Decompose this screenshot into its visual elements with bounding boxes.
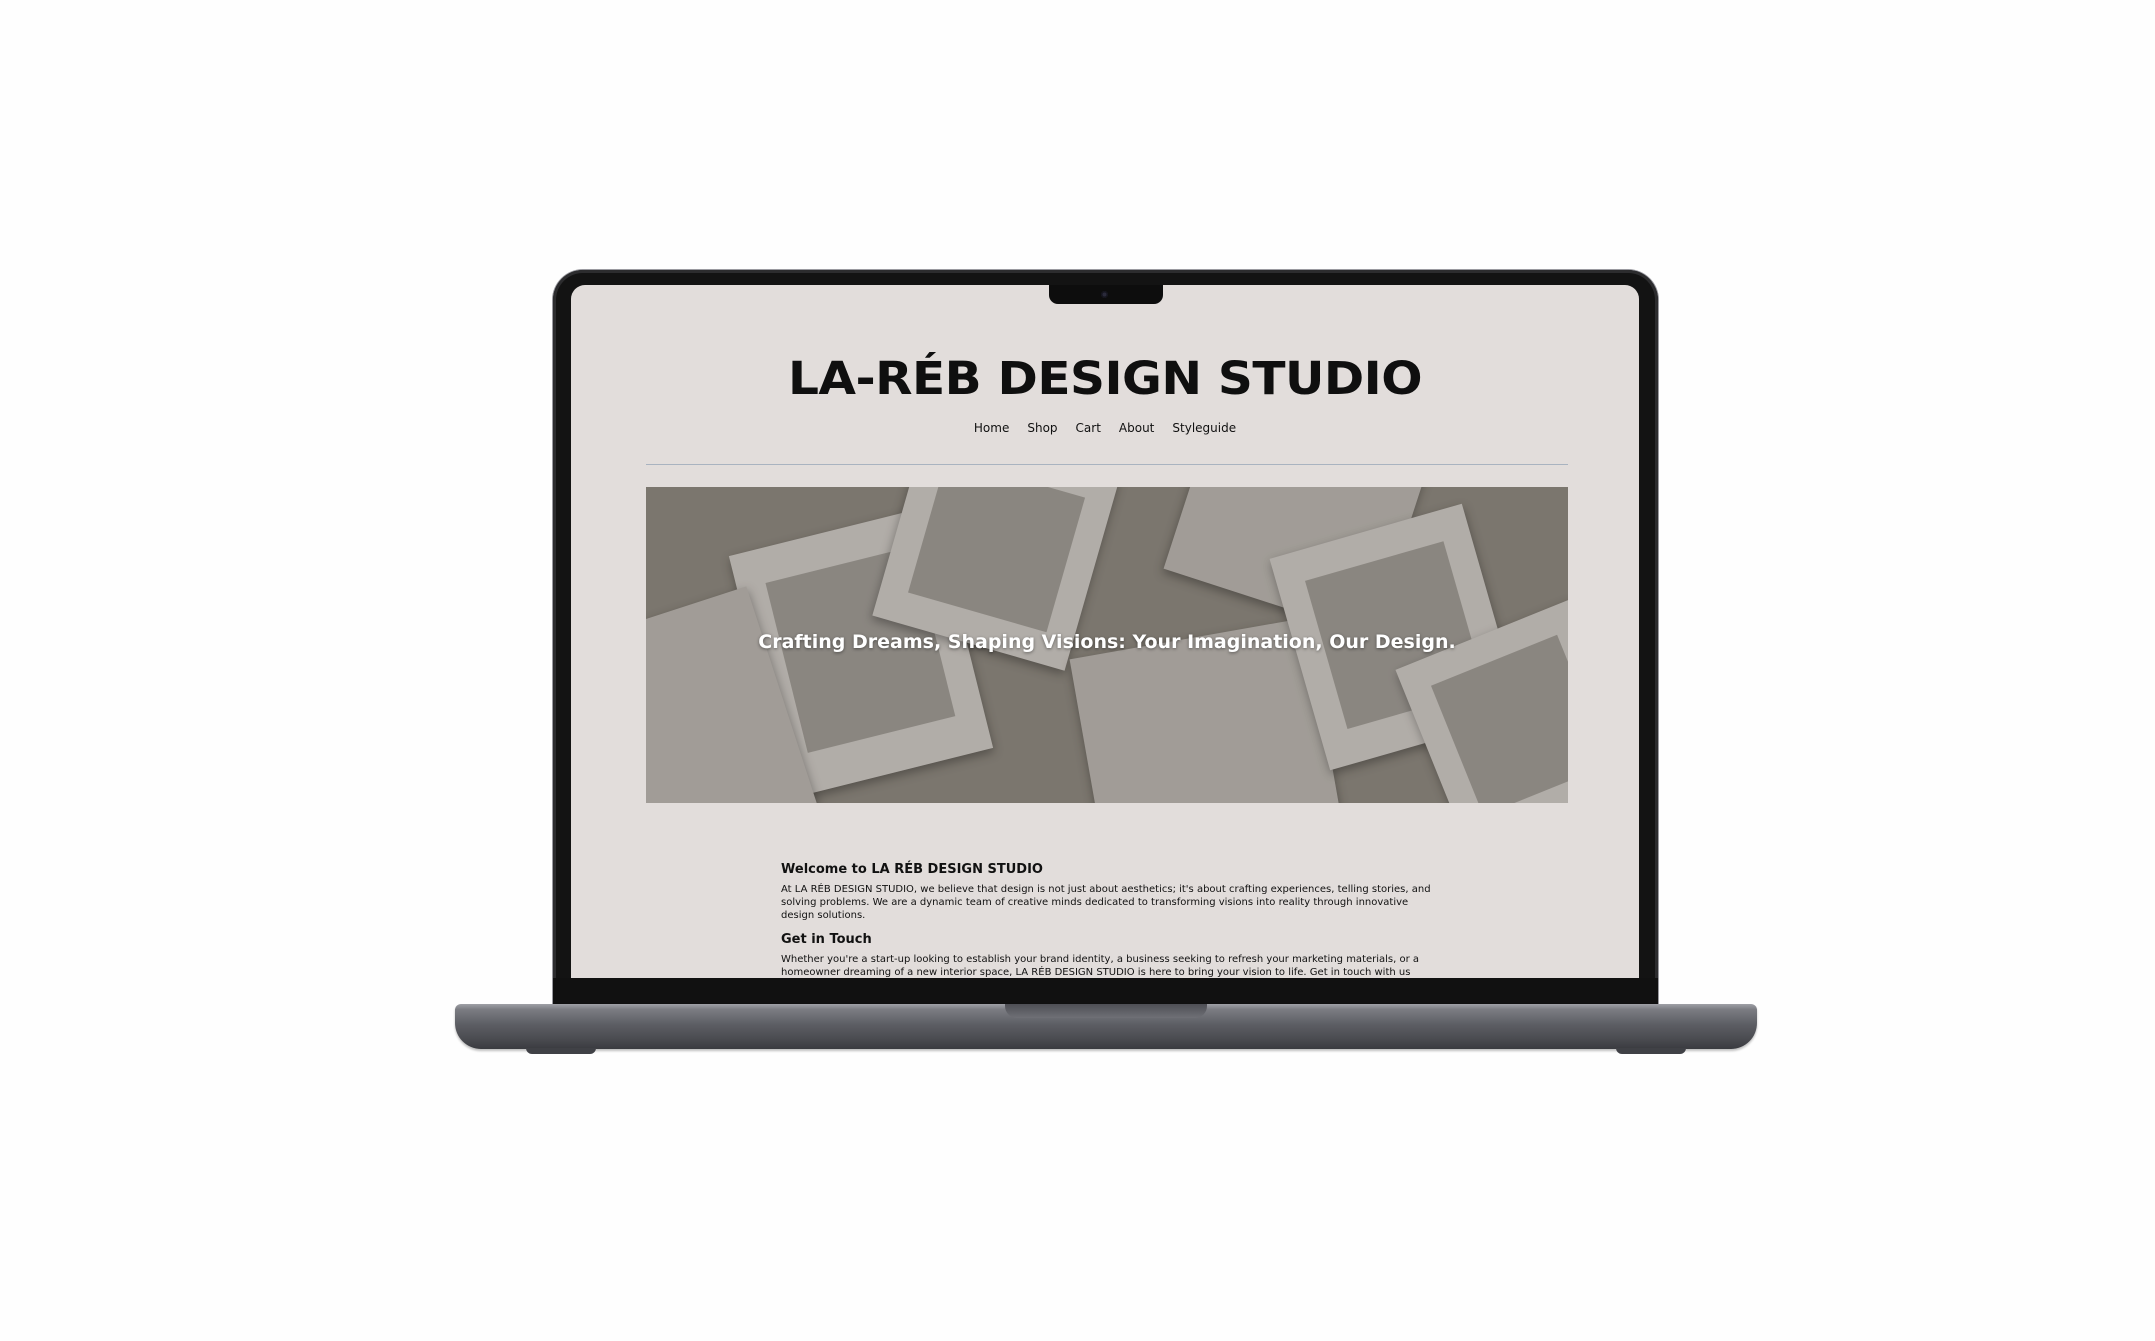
laptop-bezel-bottom [553,978,1658,1006]
main-nav: Home Shop Cart About Styleguide [571,421,1639,435]
contact-paragraph: Whether you're a start-up looking to est… [781,954,1420,978]
header-divider [646,464,1568,465]
contact-heading: Get in Touch [781,932,872,947]
camera-icon [1101,291,1108,298]
camera-notch [1049,285,1163,304]
hero-tagline: Crafting Dreams, Shaping Visions: Your I… [758,631,1456,653]
welcome-paragraph: At LA RÉB DESIGN STUDIO, we believe that… [781,884,1431,921]
hero-banner: Crafting Dreams, Shaping Visions: Your I… [646,487,1568,803]
nav-item-styleguide[interactable]: Styleguide [1172,421,1236,435]
nav-item-about[interactable]: About [1119,421,1154,435]
laptop-opening-lip [1005,1004,1207,1018]
intro-content: Welcome to LA RÉB DESIGN STUDIO At LA RÉ… [781,862,1441,978]
nav-item-cart[interactable]: Cart [1076,421,1101,435]
nav-item-shop[interactable]: Shop [1027,421,1057,435]
welcome-heading: Welcome to LA RÉB DESIGN STUDIO [781,862,1043,877]
laptop-screen: LA-RÉB DESIGN STUDIO Home Shop Cart Abou… [571,285,1639,978]
nav-item-home[interactable]: Home [974,421,1009,435]
laptop-foot [1616,1048,1686,1054]
laptop-foot [526,1048,596,1054]
site-title[interactable]: LA-RÉB DESIGN STUDIO [571,352,1639,405]
